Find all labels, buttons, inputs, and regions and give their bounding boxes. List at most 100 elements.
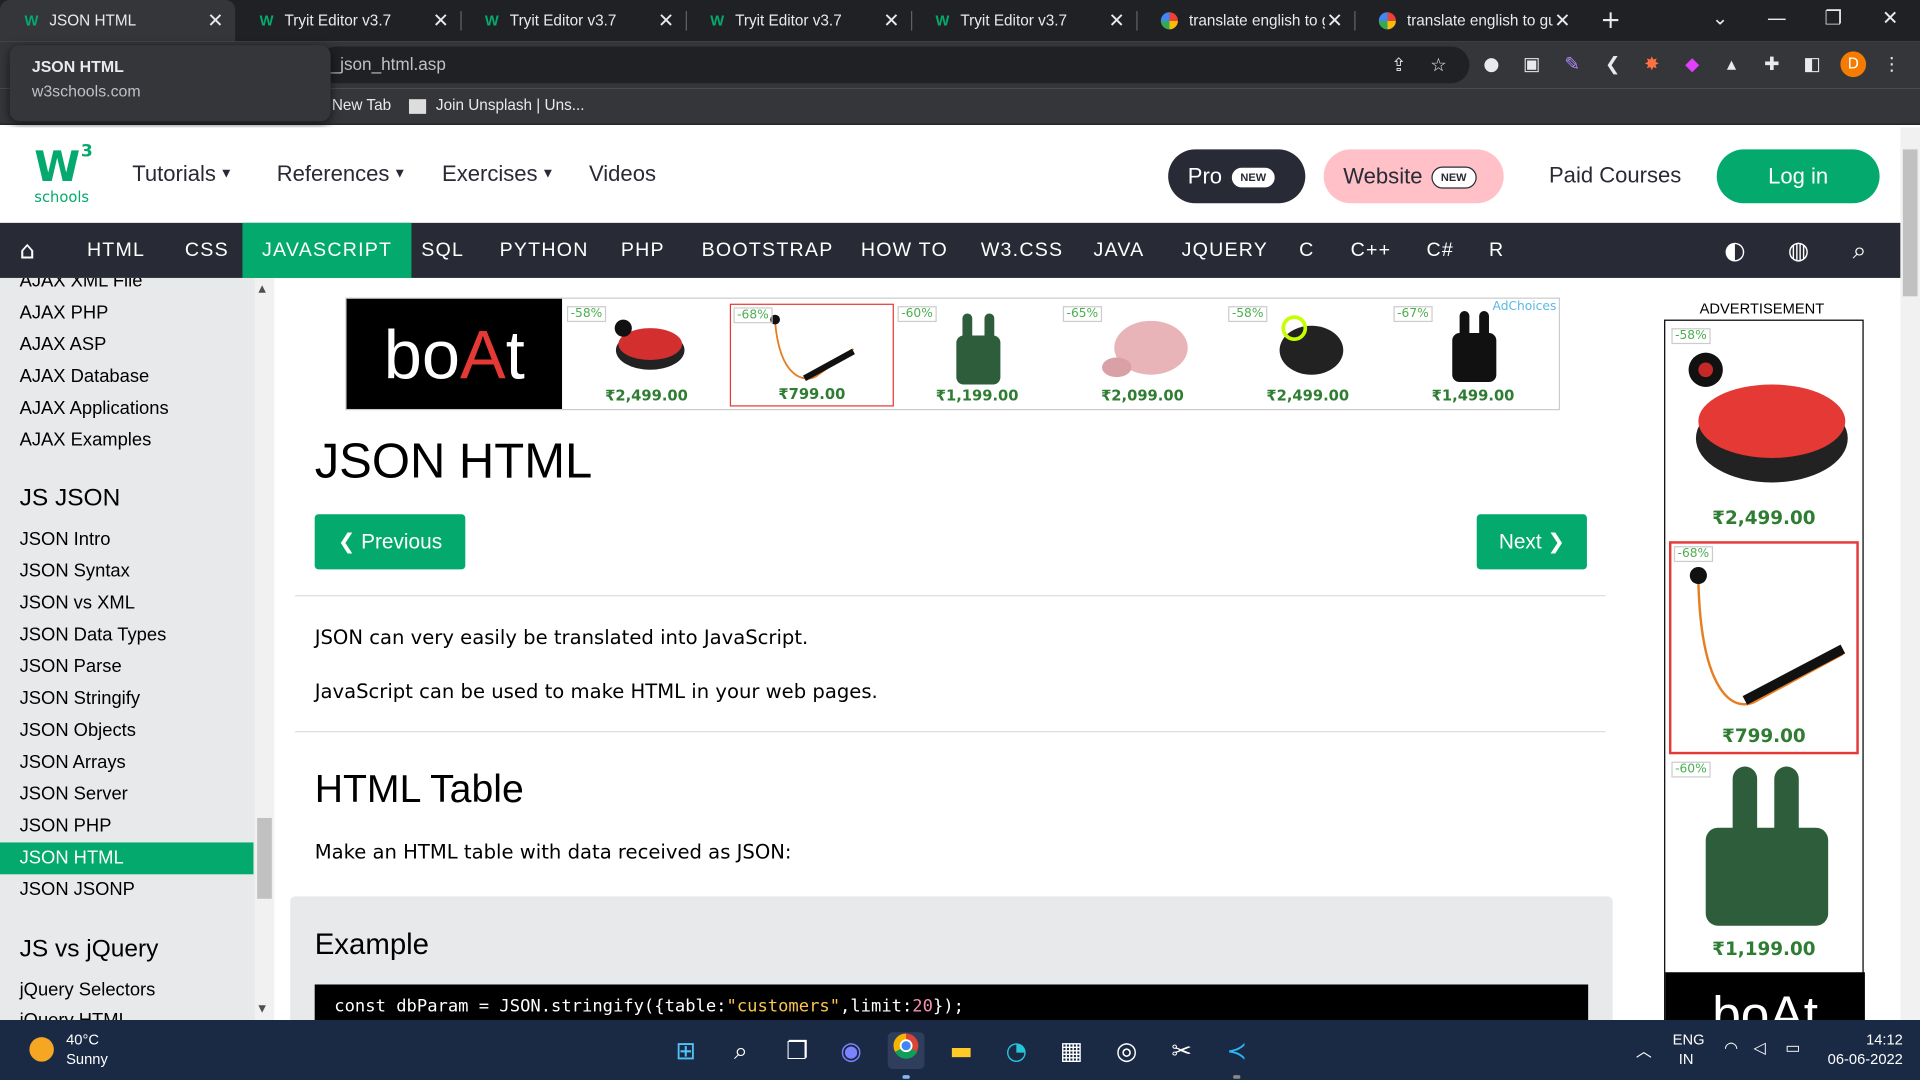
sidebar-item[interactable]: JSON Arrays	[20, 752, 126, 773]
boat-logo[interactable]: boAt	[1665, 972, 1865, 1020]
tab-translate-1[interactable]: translate english to gu ✕	[1136, 0, 1354, 42]
globe-icon[interactable]: ◍	[1788, 223, 1809, 278]
sidebar-item[interactable]: JSON Intro	[20, 529, 111, 550]
right-ad-item[interactable]: -58% ₹2,499.00	[1669, 326, 1859, 534]
w3schools-logo[interactable]: W 3 schools	[34, 142, 95, 206]
sidebar-item[interactable]: JSON vs XML	[20, 593, 135, 614]
next-button[interactable]: Next ❯	[1476, 514, 1587, 570]
snipping-tool-icon[interactable]: ✂	[1163, 1032, 1200, 1069]
close-icon[interactable]: ✕	[1107, 9, 1127, 33]
sidebar-item[interactable]: jQuery Selectors	[20, 980, 156, 1001]
topnav-howto[interactable]: HOW TO	[861, 223, 948, 278]
sidebar-item[interactable]: JSON PHP	[20, 816, 112, 837]
page-scroll-thumb[interactable]	[1902, 149, 1918, 297]
edge-icon[interactable]: ◔	[998, 1032, 1035, 1069]
sidebar-item[interactable]: JSON Syntax	[20, 561, 130, 582]
extension-orange-icon[interactable]: ✸	[1640, 53, 1664, 75]
close-icon[interactable]: ✕	[656, 9, 676, 33]
volume-icon[interactable]: ◁	[1753, 1038, 1765, 1058]
search-icon[interactable]: ⌕	[722, 1032, 759, 1069]
topnav-r[interactable]: R	[1489, 223, 1504, 278]
paid-courses-link[interactable]: Paid Courses	[1549, 163, 1681, 189]
tab-translate-2[interactable]: translate english to gu ✕	[1354, 0, 1582, 42]
extension-cb-icon[interactable]: ▣	[1520, 53, 1544, 75]
sidebar-item[interactable]: JSON Data Types	[20, 624, 167, 645]
topnav-c[interactable]: C	[1299, 223, 1314, 278]
tray-chevron-icon[interactable]: ︿	[1636, 1038, 1652, 1061]
extension-pen-icon[interactable]: ✎	[1560, 53, 1584, 75]
extension-color-icon[interactable]: ◆	[1680, 53, 1704, 75]
dell-icon[interactable]: ◎	[1108, 1032, 1145, 1069]
sidebar-item[interactable]: JSON Parse	[20, 656, 122, 677]
new-tab-button[interactable]: +	[1600, 5, 1621, 34]
boat-logo[interactable]: boAt	[346, 298, 563, 409]
previous-button[interactable]: ❮ Previous	[314, 514, 466, 570]
topnav-cpp[interactable]: C++	[1351, 223, 1392, 278]
sidebar-item[interactable]: JSON JSONP	[20, 879, 135, 900]
topnav-bootstrap[interactable]: BOOTSTRAP	[702, 223, 834, 278]
topnav-jquery[interactable]: JQUERY	[1182, 223, 1268, 278]
store-icon[interactable]: ▦	[1053, 1032, 1090, 1069]
battery-icon[interactable]: ▭	[1785, 1038, 1800, 1058]
weather-temp[interactable]: 40°C	[66, 1031, 99, 1048]
ad-product[interactable]: -58% ₹2,499.00	[564, 304, 728, 407]
search-icon[interactable]: ⌕	[1853, 223, 1867, 278]
website-button[interactable]: Website NEW	[1323, 149, 1504, 204]
close-icon[interactable]: ✕	[206, 9, 226, 33]
chat-icon[interactable]: ◉	[833, 1032, 870, 1069]
sidebar-item[interactable]: AJAX XML File	[20, 278, 143, 291]
topnav-css[interactable]: CSS	[185, 223, 229, 278]
profile-avatar[interactable]: D	[1840, 51, 1867, 78]
sidebar-item[interactable]: AJAX Database	[20, 366, 150, 387]
nav-references[interactable]: References ▼	[277, 162, 407, 188]
sidebar-item[interactable]: AJAX Applications	[20, 398, 169, 419]
close-icon[interactable]: ✕	[431, 9, 451, 33]
weather-condition[interactable]: Sunny	[66, 1051, 108, 1068]
topnav-javascript[interactable]: JAVASCRIPT	[242, 222, 412, 278]
close-icon[interactable]: ✕	[882, 9, 902, 33]
language-code[interactable]: ENG	[1673, 1031, 1705, 1048]
extension-arrow-icon[interactable]: ❮	[1600, 53, 1624, 75]
file-explorer-icon[interactable]: ▬	[943, 1032, 980, 1069]
scroll-down-icon[interactable]: ▼	[258, 1003, 266, 1014]
sidebar-item-active[interactable]: JSON HTML	[20, 847, 124, 868]
sidebar-item[interactable]: AJAX Examples	[20, 430, 152, 451]
window-close-icon[interactable]: ✕	[1882, 6, 1898, 29]
wifi-icon[interactable]: ◠	[1724, 1038, 1738, 1058]
dark-mode-icon[interactable]: ◐	[1724, 223, 1745, 278]
sidebar-scrollbar[interactable]	[254, 277, 275, 1020]
sidebar-item[interactable]: JSON Objects	[20, 720, 136, 741]
extension-bird-icon[interactable]: ▴	[1719, 53, 1743, 75]
topnav-html[interactable]: HTML	[87, 223, 145, 278]
share-icon[interactable]: ⇪	[1391, 54, 1406, 76]
clock-date[interactable]: 06-06-2022	[1817, 1051, 1903, 1068]
right-ad-item-selected[interactable]: -68% ₹799.00	[1668, 541, 1859, 755]
login-button[interactable]: Log in	[1716, 149, 1880, 204]
right-ad-item[interactable]: -60% ₹1,199.00	[1669, 759, 1859, 967]
close-icon[interactable]: ✕	[1325, 9, 1345, 33]
restore-icon[interactable]: ❐	[1824, 6, 1842, 29]
home-icon[interactable]: ⌂	[20, 223, 36, 278]
extensions-puzzle-icon[interactable]: ✚	[1760, 53, 1784, 75]
nav-exercises[interactable]: Exercises ▼	[442, 162, 555, 188]
tab-search-icon[interactable]: ⌄	[1712, 6, 1728, 29]
ad-product-selected[interactable]: -68% ₹799.00	[729, 303, 894, 407]
ad-product[interactable]: -65% ₹2,099.00	[1060, 304, 1224, 407]
task-view-icon[interactable]: ❐	[779, 1032, 816, 1069]
sidebar-item[interactable]: AJAX PHP	[20, 302, 109, 323]
top-banner-ad[interactable]: boAt AdChoices -58% ₹2,499.00 -68% ₹799.…	[345, 297, 1560, 411]
sidebar-item[interactable]: jQuery HTML	[20, 1010, 129, 1020]
tab-json-html[interactable]: W JSON HTML ✕	[0, 0, 236, 42]
extension-icon[interactable]: ●	[1479, 53, 1503, 75]
tab-tryit-3[interactable]: W Tryit Editor v3.7 ✕	[686, 0, 911, 42]
nav-tutorials[interactable]: Tutorials ▼	[132, 162, 233, 188]
close-icon[interactable]: ✕	[1553, 9, 1573, 33]
topnav-java[interactable]: JAVA	[1093, 223, 1144, 278]
start-icon[interactable]: ⊞	[667, 1032, 704, 1069]
ad-product[interactable]: -67% ₹1,499.00	[1391, 304, 1555, 407]
chrome-icon[interactable]	[887, 1032, 925, 1069]
language-region[interactable]: IN	[1679, 1051, 1694, 1068]
vscode-icon[interactable]: ≺	[1218, 1032, 1255, 1069]
topnav-csharp[interactable]: C#	[1427, 223, 1454, 278]
bookmark-star-icon[interactable]: ☆	[1430, 54, 1446, 76]
